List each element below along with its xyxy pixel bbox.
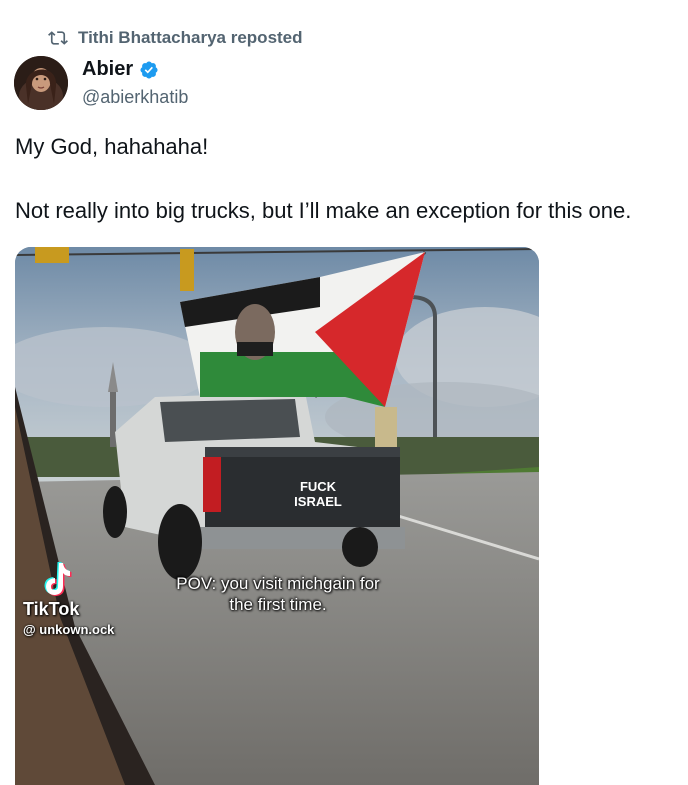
tiktok-watermark: TikTok (23, 599, 80, 619)
video-caption-line-1: POV: you visit michgain for (176, 574, 380, 593)
video-frame-illustration (15, 247, 539, 785)
repost-icon (48, 28, 68, 48)
truck-tailgate-text: FUCK ISRAEL (283, 479, 353, 509)
video-caption-line-2: the first time. (229, 595, 327, 614)
repost-label: Tithi Bhattacharya reposted (78, 28, 303, 47)
verified-badge-icon (139, 60, 159, 80)
tiktok-logo-icon (35, 559, 75, 599)
tweet-text-line-2: Not really into big trucks, but I’ll mak… (15, 198, 632, 223)
tweet-media-video[interactable]: FUCK ISRAEL TikTok @ unkown.ock POV: you… (15, 247, 539, 785)
tweet-text: My God, hahahaha! Not really into big tr… (15, 134, 688, 224)
author-display-name[interactable]: Abier (82, 58, 133, 81)
video-caption: POV: you visit michgain for the first ti… (163, 573, 393, 615)
avatar[interactable] (14, 56, 68, 110)
truck-text-line-2: ISRAEL (294, 494, 342, 509)
truck-text-line-1: FUCK (299, 479, 337, 494)
tiktok-handle-watermark: @ unkown.ock (23, 622, 115, 637)
repost-indicator[interactable]: Tithi Bhattacharya reposted (48, 28, 303, 48)
author-handle[interactable]: @abierkhatib (82, 87, 188, 108)
author-name-row[interactable]: Abier (82, 58, 159, 81)
tweet-text-line-1: My God, hahahaha! (15, 134, 209, 159)
